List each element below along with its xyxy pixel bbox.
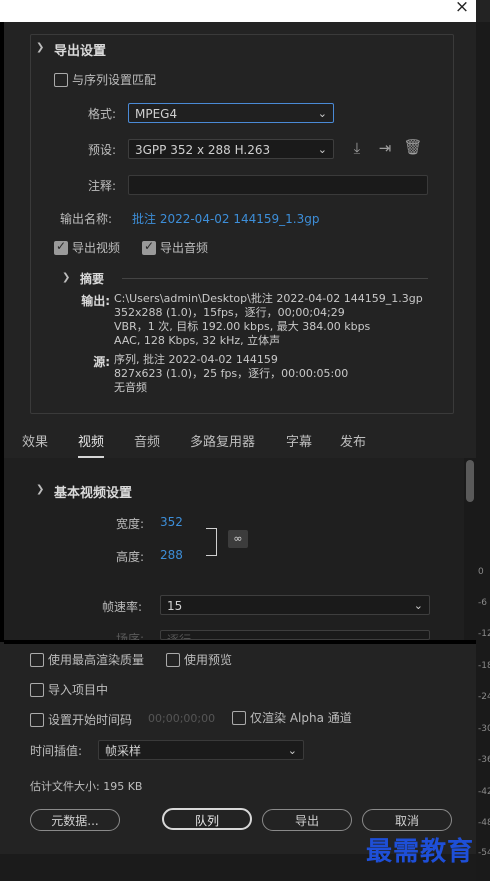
output-name-link[interactable]: 批注 2022-04-02 144159_1.3gp [132,210,320,227]
comments-label: 注释: [88,179,117,193]
background-panel-strip [476,22,490,881]
import-into-project-label: 导入项目中 [48,683,109,697]
chevron-down-icon: ⌄ [317,107,327,120]
chevron-down-icon: ⌄ [413,599,423,612]
summary-output-line: 352x288 (1.0)，15fps，逐行，00;00;04;29 [114,306,345,319]
collapse-chevron-icon[interactable]: ❯ [36,42,44,53]
summary-title: 摘要 [80,272,105,286]
export-video-checkbox[interactable] [54,239,68,255]
set-start-timecode-checkbox[interactable] [30,713,44,727]
render-alpha-checkbox[interactable] [232,711,246,725]
export-button[interactable]: 导出 [262,809,352,831]
summary-source-line: 无音频 [114,381,147,394]
save-preset-icon[interactable]: ⤓ [346,139,368,157]
summary-output-line: C:\Users\admin\Desktop\批注 2022-04-02 144… [114,292,423,305]
time-interpolation-label: 时间插值: [30,744,83,758]
queue-button[interactable]: 队列 [162,808,252,830]
summary-divider [122,278,428,279]
close-icon[interactable]: × [452,0,472,19]
format-label: 格式: [88,107,117,121]
meter-tick: -54 [478,848,490,858]
match-sequence-label: 与序列设置匹配 [72,73,157,87]
export-settings-title: 导出设置 [54,44,107,59]
use-previews-label: 使用预览 [184,653,233,667]
metadata-button[interactable]: 元数据... [30,809,120,831]
link-icon[interactable]: ∞ [228,530,248,548]
set-start-timecode-label: 设置开始时间码 [48,713,133,727]
summary-output-line: VBR，1 次, 目标 192.00 kbps, 最大 384.00 kbps [114,320,371,333]
max-render-quality-label: 使用最高渲染质量 [48,653,145,667]
tab-effects[interactable]: 效果 [22,430,48,456]
width-value[interactable]: 352 [160,515,183,529]
summary-output-line: AAC, 128 Kbps, 32 kHz, 立体声 [114,334,281,347]
field-order-select[interactable]: 逐行 [160,630,430,640]
render-alpha-label: 仅渲染 Alpha 通道 [250,711,352,725]
comments-input[interactable] [128,175,428,195]
import-preset-icon[interactable]: ⇥ [374,139,396,157]
tab-audio[interactable]: 音频 [134,430,160,456]
use-previews-checkbox[interactable] [166,653,180,667]
preset-label: 预设: [88,143,117,157]
collapse-chevron-icon[interactable]: ❯ [36,484,44,495]
max-render-quality-checkbox[interactable] [30,653,44,667]
output-name-label: 输出名称: [60,212,113,226]
tab-publish[interactable]: 发布 [340,430,366,456]
delete-preset-icon[interactable]: 🗑 [402,138,424,156]
export-video-label: 导出视频 [72,241,121,255]
export-audio-checkbox[interactable] [142,239,156,255]
format-value: MPEG4 [135,107,178,121]
cancel-button[interactable]: 取消 [362,809,452,831]
field-order-value: 逐行 [167,633,192,640]
summary-source-key: 源: [93,355,110,369]
meter-tick: 0 [478,567,484,577]
tab-multiplexer[interactable]: 多路复用器 [190,430,255,456]
meter-tick: -6 [478,598,487,608]
aspect-bracket [206,528,217,556]
chevron-down-icon: ⌄ [317,143,327,156]
title-bar [0,0,476,22]
summary-output-key: 输出: [81,294,110,308]
meter-tick: -36 [478,755,490,765]
summary-source-line: 序列, 批注 2022-04-02 144159 [114,353,278,366]
start-timecode-value[interactable]: 00;00;00;00 [148,712,215,725]
preset-select[interactable]: 3GPP 352 x 288 H.263 ⌄ [128,139,334,159]
frame-rate-value: 15 [167,599,183,613]
time-interpolation-select[interactable]: 帧采样 ⌄ [98,740,304,760]
preset-value: 3GPP 352 x 288 H.263 [135,143,271,157]
meter-tick: -24 [478,692,490,702]
export-audio-label: 导出音频 [160,241,209,255]
tab-video[interactable]: 视频 [78,430,105,458]
meter-tick: -12 [478,629,490,639]
summary-source-line: 827x623 (1.0)，25 fps，逐行，00:00:05:00 [114,367,349,380]
watermark-logo: 最需教育 [366,837,475,867]
field-order-label: 场序: [116,632,145,640]
frame-rate-label: 帧速率: [102,600,143,614]
collapse-chevron-icon[interactable]: ❯ [62,272,70,283]
import-into-project-checkbox[interactable] [30,683,44,697]
height-label: 高度: [116,550,145,564]
format-select[interactable]: MPEG4 ⌄ [128,103,334,123]
width-label: 宽度: [116,517,145,531]
meter-tick: -18 [478,661,490,671]
height-value[interactable]: 288 [160,548,183,562]
meter-tick: -42 [478,787,490,797]
meter-tick: -30 [478,724,490,734]
basic-video-title: 基本视频设置 [54,486,133,501]
tab-captions[interactable]: 字幕 [286,430,312,456]
time-interpolation-value: 帧采样 [105,744,142,758]
scrollbar-thumb[interactable] [466,460,474,502]
settings-tabs: 效果 视频 音频 多路复用器 字幕 发布 [4,430,476,459]
meter-tick: -48 [478,818,490,828]
match-sequence-checkbox[interactable] [54,73,68,87]
estimated-file-size: 估计文件大小: 195 KB [30,780,143,793]
chevron-down-icon: ⌄ [287,744,297,757]
frame-rate-select[interactable]: 15 ⌄ [160,595,430,615]
